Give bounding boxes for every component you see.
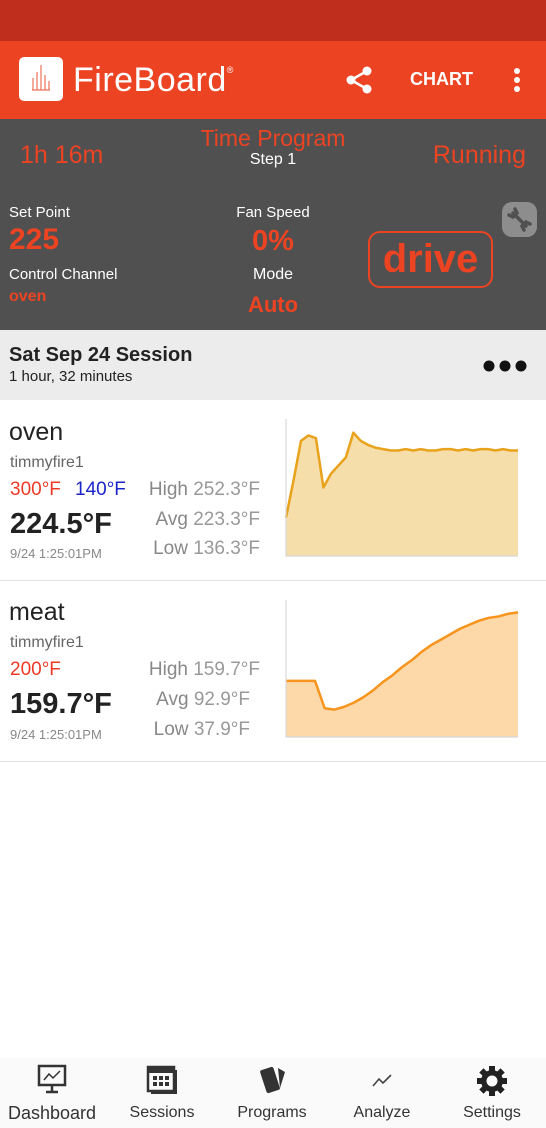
more-options-button[interactable] <box>510 67 524 95</box>
current-temp: 159.7°F <box>10 688 112 720</box>
probe-device: timmyfire1 <box>10 454 84 471</box>
stat-avg-value: 223.3°F <box>193 509 260 530</box>
stat-avg: Avg 92.9°F <box>130 689 250 711</box>
fan-speed-label: Fan Speed <box>236 204 310 221</box>
control-channel-value[interactable]: oven <box>9 288 46 306</box>
stat-low: Low 37.9°F <box>130 719 250 741</box>
mode-label: Mode <box>252 266 294 283</box>
nav-label: Settings <box>463 1104 521 1121</box>
session-title: Sat Sep 24 Session <box>9 344 193 366</box>
stat-avg-label: Avg <box>155 509 188 530</box>
fan-speed-value: 0% <box>252 225 294 257</box>
stat-high-label: High <box>148 659 188 680</box>
bottom-nav: Dashboard Sessions Programs Analyze Sett… <box>0 1058 546 1128</box>
more-horiz-icon <box>483 360 527 372</box>
alarm-high: 200°F <box>10 659 61 680</box>
session-more-button[interactable] <box>482 359 528 372</box>
nav-programs[interactable]: Programs <box>221 1058 323 1128</box>
setpoint-label: Set Point <box>9 204 70 221</box>
probe-name: meat <box>9 598 65 626</box>
calendar-icon <box>146 1065 177 1094</box>
reading-timestamp: 9/24 1:25:01PM <box>10 727 102 742</box>
programs-cards-icon <box>260 1066 285 1094</box>
probe-device: timmyfire1 <box>10 634 84 651</box>
stat-avg-value: 92.9°F <box>193 689 250 710</box>
stat-low-label: Low <box>153 719 189 740</box>
nav-settings[interactable]: Settings <box>441 1058 543 1128</box>
trademark: ® <box>226 65 234 75</box>
drive-button[interactable]: drive <box>368 231 493 288</box>
probe-sparkline <box>285 600 519 738</box>
nav-label: Analyze <box>353 1104 411 1121</box>
nav-sessions[interactable]: Sessions <box>111 1058 213 1128</box>
alarm-low: 140°F <box>75 479 126 500</box>
reading-timestamp: 9/24 1:25:01PM <box>10 546 102 561</box>
stat-low-label: Low <box>153 538 188 559</box>
probe-card-meat[interactable]: meat timmyfire1 200°F 159.7°F 9/24 1:25:… <box>0 581 546 762</box>
alarm-high: 300°F <box>10 479 61 500</box>
stat-avg-label: Avg <box>156 689 189 710</box>
nav-label: Sessions <box>129 1104 195 1121</box>
probe-sparkline <box>284 419 518 557</box>
nav-label: Programs <box>237 1104 307 1121</box>
session-header[interactable]: Sat Sep 24 Session 1 hour, 32 minutes <box>0 330 546 400</box>
probe-card-oven[interactable]: oven timmyfire1 300°F 140°F 224.5°F 9/24… <box>0 400 546 581</box>
gear-icon <box>477 1066 507 1096</box>
app-title: FireBoard® <box>73 61 234 100</box>
dashboard-icon <box>37 1064 67 1094</box>
setpoint-value[interactable]: 225 <box>9 223 59 257</box>
fireboard-logo-icon <box>19 57 63 101</box>
stat-high: High 159.7°F <box>130 659 260 681</box>
app-bar: FireBoard® CHART <box>0 41 546 119</box>
control-panel: 1h 16m Time Program Step 1 Running Set P… <box>0 119 546 330</box>
more-vert-icon <box>514 68 520 92</box>
control-channel-label: Control Channel <box>9 266 118 283</box>
stat-high-value: 252.3°F <box>193 479 260 500</box>
stat-high-label: High <box>148 479 188 500</box>
share-button[interactable] <box>343 64 375 96</box>
sparkline-area <box>286 612 518 737</box>
program-status: Running <box>432 141 526 169</box>
chart-button[interactable]: CHART <box>410 69 473 90</box>
settings-wrench-button[interactable] <box>502 202 537 237</box>
stat-low-value: 37.9°F <box>193 719 250 740</box>
probe-name: oven <box>9 418 64 446</box>
share-icon <box>346 66 372 94</box>
analyze-trend-icon <box>372 1074 392 1087</box>
wrench-icon <box>507 207 532 232</box>
stat-low: Low 136.3°F <box>130 538 260 560</box>
mode-value[interactable]: Auto <box>193 292 353 318</box>
nav-label: Dashboard <box>7 1103 97 1123</box>
current-temp: 224.5°F <box>10 508 112 540</box>
stat-avg: Avg 223.3°F <box>130 509 260 531</box>
stat-high: High 252.3°F <box>130 479 260 501</box>
stat-high-value: 159.7°F <box>193 659 260 680</box>
sparkline-area <box>286 432 518 556</box>
stat-low-value: 136.3°F <box>193 538 260 559</box>
nav-analyze[interactable]: Analyze <box>331 1058 433 1128</box>
session-duration: 1 hour, 32 minutes <box>9 368 133 385</box>
status-bar <box>0 0 546 41</box>
nav-dashboard[interactable]: Dashboard <box>0 1058 104 1128</box>
app-name: FireBoard <box>73 61 227 99</box>
